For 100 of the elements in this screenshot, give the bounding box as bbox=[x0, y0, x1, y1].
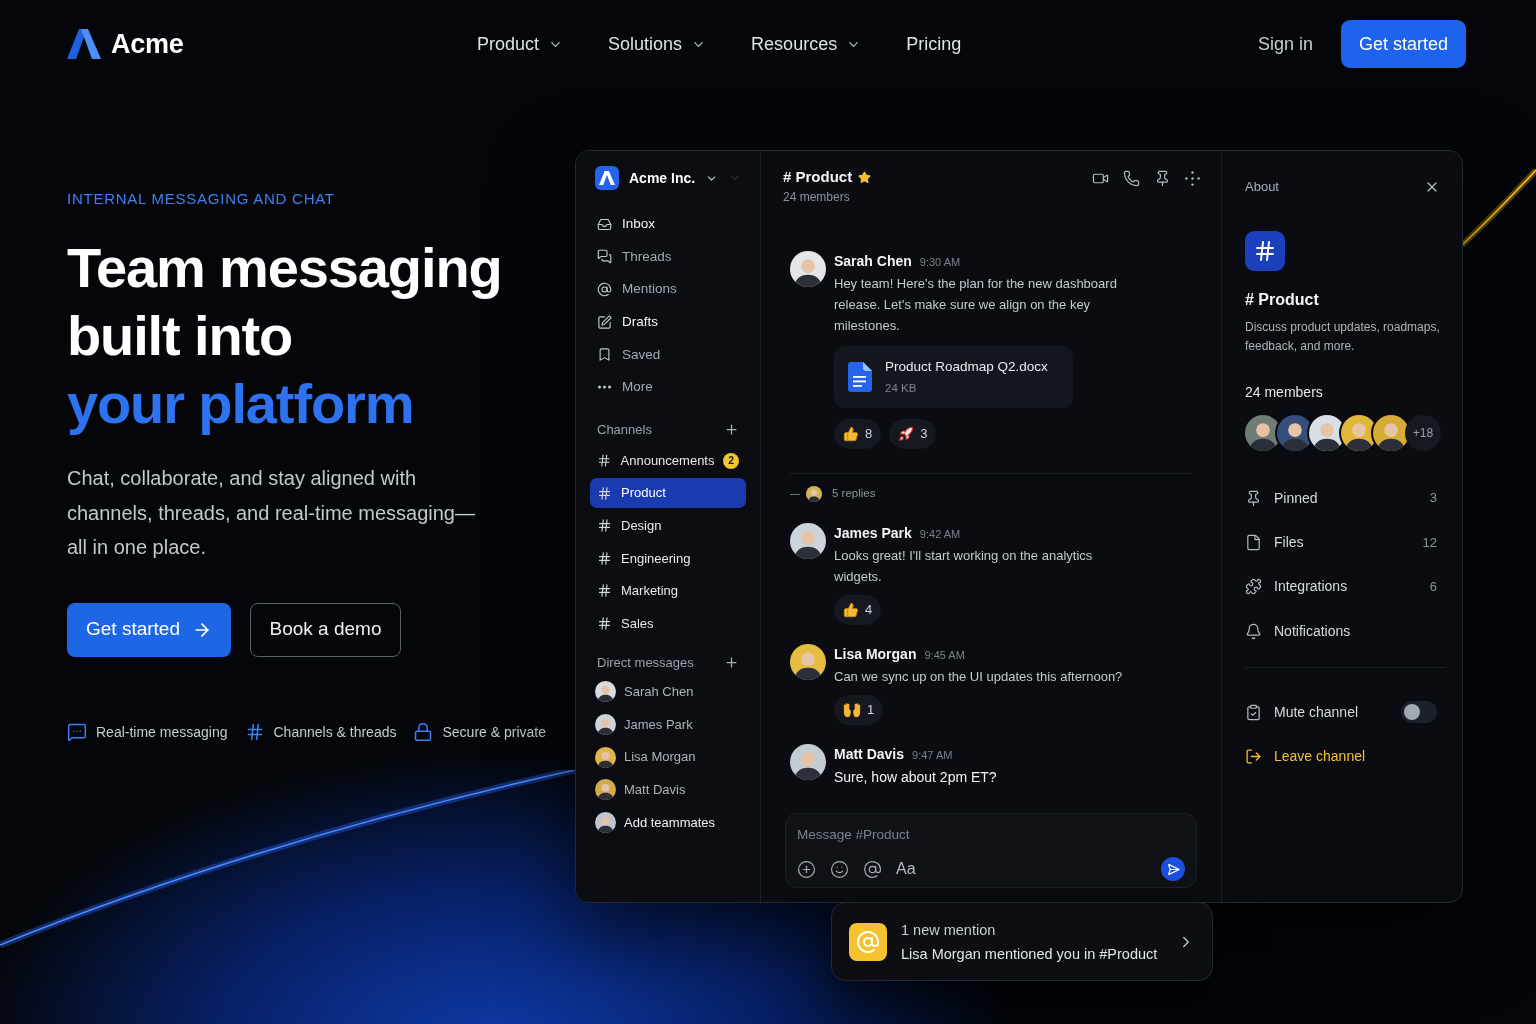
hash-icon bbox=[1245, 231, 1285, 271]
direct-message-item[interactable]: Lisa Morgan bbox=[590, 742, 746, 773]
channel-item[interactable]: Design bbox=[590, 510, 746, 541]
message-text: Looks great! I'll start working on the analytics widgets. bbox=[834, 547, 1094, 586]
at-sign-icon[interactable] bbox=[863, 859, 882, 879]
nav-link[interactable]: Solutions bbox=[608, 30, 707, 58]
message-time: 9:30 AM bbox=[919, 255, 961, 270]
message-text: Sure, how about 2pm ET? bbox=[834, 768, 998, 787]
puzzle-icon bbox=[1245, 578, 1262, 596]
edit-icon bbox=[597, 314, 612, 330]
lock-icon bbox=[413, 722, 434, 742]
more-members-count[interactable]: +18 bbox=[1405, 415, 1441, 451]
details-item[interactable]: Files 12 bbox=[1245, 520, 1446, 565]
send-icon[interactable] bbox=[1161, 857, 1185, 881]
sidebar-nav-item[interactable]: Inbox bbox=[590, 208, 746, 241]
thumbs-up-icon bbox=[843, 426, 859, 442]
message-time: 9:45 AM bbox=[924, 648, 965, 663]
replies-link[interactable]: 5 replies bbox=[790, 484, 876, 504]
details-item[interactable]: Notifications bbox=[1245, 608, 1446, 654]
file-attachment[interactable]: Product Roadmap Q2.docx 24 KB bbox=[834, 346, 1073, 408]
item-count: 3 bbox=[1429, 489, 1437, 508]
toast-message: Lisa Morgan mentioned you in #Product bbox=[901, 944, 1158, 964]
add-icon[interactable] bbox=[724, 422, 739, 438]
sidebar-nav-item[interactable]: Threads bbox=[590, 240, 746, 274]
pin-icon bbox=[1245, 489, 1262, 507]
channel-item[interactable]: Announcements 2 bbox=[590, 445, 746, 476]
channel-description: Discuss product updates, roadmaps, feedback, and more. bbox=[1245, 319, 1441, 355]
exit-icon bbox=[1245, 747, 1262, 765]
channel-item[interactable]: Engineering bbox=[590, 543, 746, 574]
logo-link[interactable]: Acme bbox=[67, 23, 184, 65]
clipboard-check-icon bbox=[1245, 703, 1262, 721]
workspace-switcher[interactable]: Acme Inc. bbox=[595, 166, 719, 190]
reaction-button[interactable]: 4 bbox=[834, 595, 882, 625]
panel-title: About bbox=[1245, 178, 1279, 197]
mention-toast[interactable]: 1 new mention Lisa Morgan mentioned you in #Product bbox=[831, 902, 1213, 981]
message-author: Lisa Morgan bbox=[834, 645, 917, 664]
details-item[interactable]: Integrations 6 bbox=[1245, 564, 1446, 609]
at-sign-icon bbox=[597, 282, 612, 297]
message-author: James Park bbox=[834, 524, 912, 543]
leave-channel-link[interactable]: Leave channel bbox=[1245, 734, 1366, 779]
feature-label: Real-time messaging bbox=[96, 722, 228, 742]
hero-heading: Team messaging built into your platform bbox=[67, 235, 502, 437]
at-sign-icon bbox=[849, 922, 887, 961]
item-count: 6 bbox=[1429, 578, 1437, 596]
more-icon bbox=[597, 385, 612, 390]
pin-icon[interactable] bbox=[1154, 170, 1171, 187]
sign-in-link[interactable]: Sign in bbox=[1257, 30, 1313, 58]
nav-link[interactable]: Product bbox=[477, 30, 564, 58]
hash-icon bbox=[597, 518, 612, 534]
section-title: Channels bbox=[597, 420, 652, 439]
hero-description: Chat, collaborate, and stay aligned with channels, threads, and real-time messaging—all in one place. bbox=[67, 466, 476, 560]
star-icon[interactable] bbox=[858, 170, 872, 184]
hash-icon bbox=[597, 583, 612, 599]
document-icon bbox=[848, 362, 872, 392]
sidebar-nav-item[interactable]: Mentions bbox=[590, 273, 746, 306]
feature-label: Secure & private bbox=[442, 722, 546, 742]
direct-message-item[interactable]: Sarah Chen bbox=[590, 676, 746, 707]
phone-icon[interactable] bbox=[1123, 170, 1140, 187]
reaction-button[interactable]: 1 bbox=[834, 695, 884, 725]
get-started-button[interactable]: Get started bbox=[67, 602, 231, 657]
channel-item[interactable]: Product bbox=[590, 478, 746, 509]
book-demo-button[interactable]: Book a demo bbox=[250, 602, 401, 657]
add-icon[interactable] bbox=[797, 859, 816, 879]
file-name: Product Roadmap Q2.docx bbox=[885, 357, 1048, 376]
message-text: Hey team! Here's the plan for the new dashboard release. Let's make sure we align on the key milestones. bbox=[834, 275, 1118, 335]
hash-icon bbox=[597, 485, 612, 501]
raised-hands-icon bbox=[843, 702, 861, 718]
hash-icon bbox=[597, 550, 612, 566]
sidebar-nav-item[interactable]: Saved bbox=[590, 338, 746, 371]
sidebar-nav-item[interactable]: Drafts bbox=[590, 305, 746, 339]
reaction-button[interactable]: 3 bbox=[889, 419, 937, 449]
mute-toggle[interactable] bbox=[1401, 701, 1437, 724]
nav-link[interactable]: Resources bbox=[751, 30, 862, 58]
channel-item[interactable]: Marketing bbox=[590, 575, 746, 606]
channel-item[interactable]: Sales bbox=[590, 608, 746, 639]
bell-icon bbox=[1245, 622, 1262, 640]
channel-title: # Product bbox=[783, 166, 853, 187]
nav-link[interactable]: Pricing bbox=[906, 30, 962, 58]
emoji-icon[interactable] bbox=[830, 859, 849, 879]
bookmark-icon bbox=[597, 347, 612, 363]
reaction-button[interactable]: 8 bbox=[834, 419, 882, 449]
add-icon[interactable] bbox=[724, 655, 739, 671]
chat-bubbles-icon bbox=[597, 249, 612, 265]
more-icon[interactable] bbox=[1185, 171, 1200, 186]
direct-message-item[interactable]: Add teammates bbox=[590, 807, 746, 838]
get-started-button[interactable]: Get started bbox=[1340, 20, 1466, 68]
message-time: 9:42 AM bbox=[919, 527, 961, 542]
sidebar-nav-item[interactable]: More bbox=[590, 370, 746, 404]
message-composer[interactable]: Message #Product Aa bbox=[785, 813, 1197, 888]
section-title: Direct messages bbox=[597, 653, 694, 672]
setting-label: Mute channel bbox=[1274, 702, 1359, 722]
details-item[interactable]: Pinned 3 bbox=[1245, 476, 1446, 521]
direct-message-item[interactable]: James Park bbox=[590, 709, 746, 740]
member-count: 24 members bbox=[783, 190, 851, 205]
direct-message-item[interactable]: Matt Davis bbox=[590, 774, 746, 805]
workspace-logo-icon bbox=[595, 166, 619, 190]
toast-title: 1 new mention bbox=[901, 920, 997, 940]
item-count: 12 bbox=[1422, 533, 1437, 552]
file-icon bbox=[1245, 533, 1262, 551]
format-button[interactable]: Aa bbox=[896, 857, 916, 881]
